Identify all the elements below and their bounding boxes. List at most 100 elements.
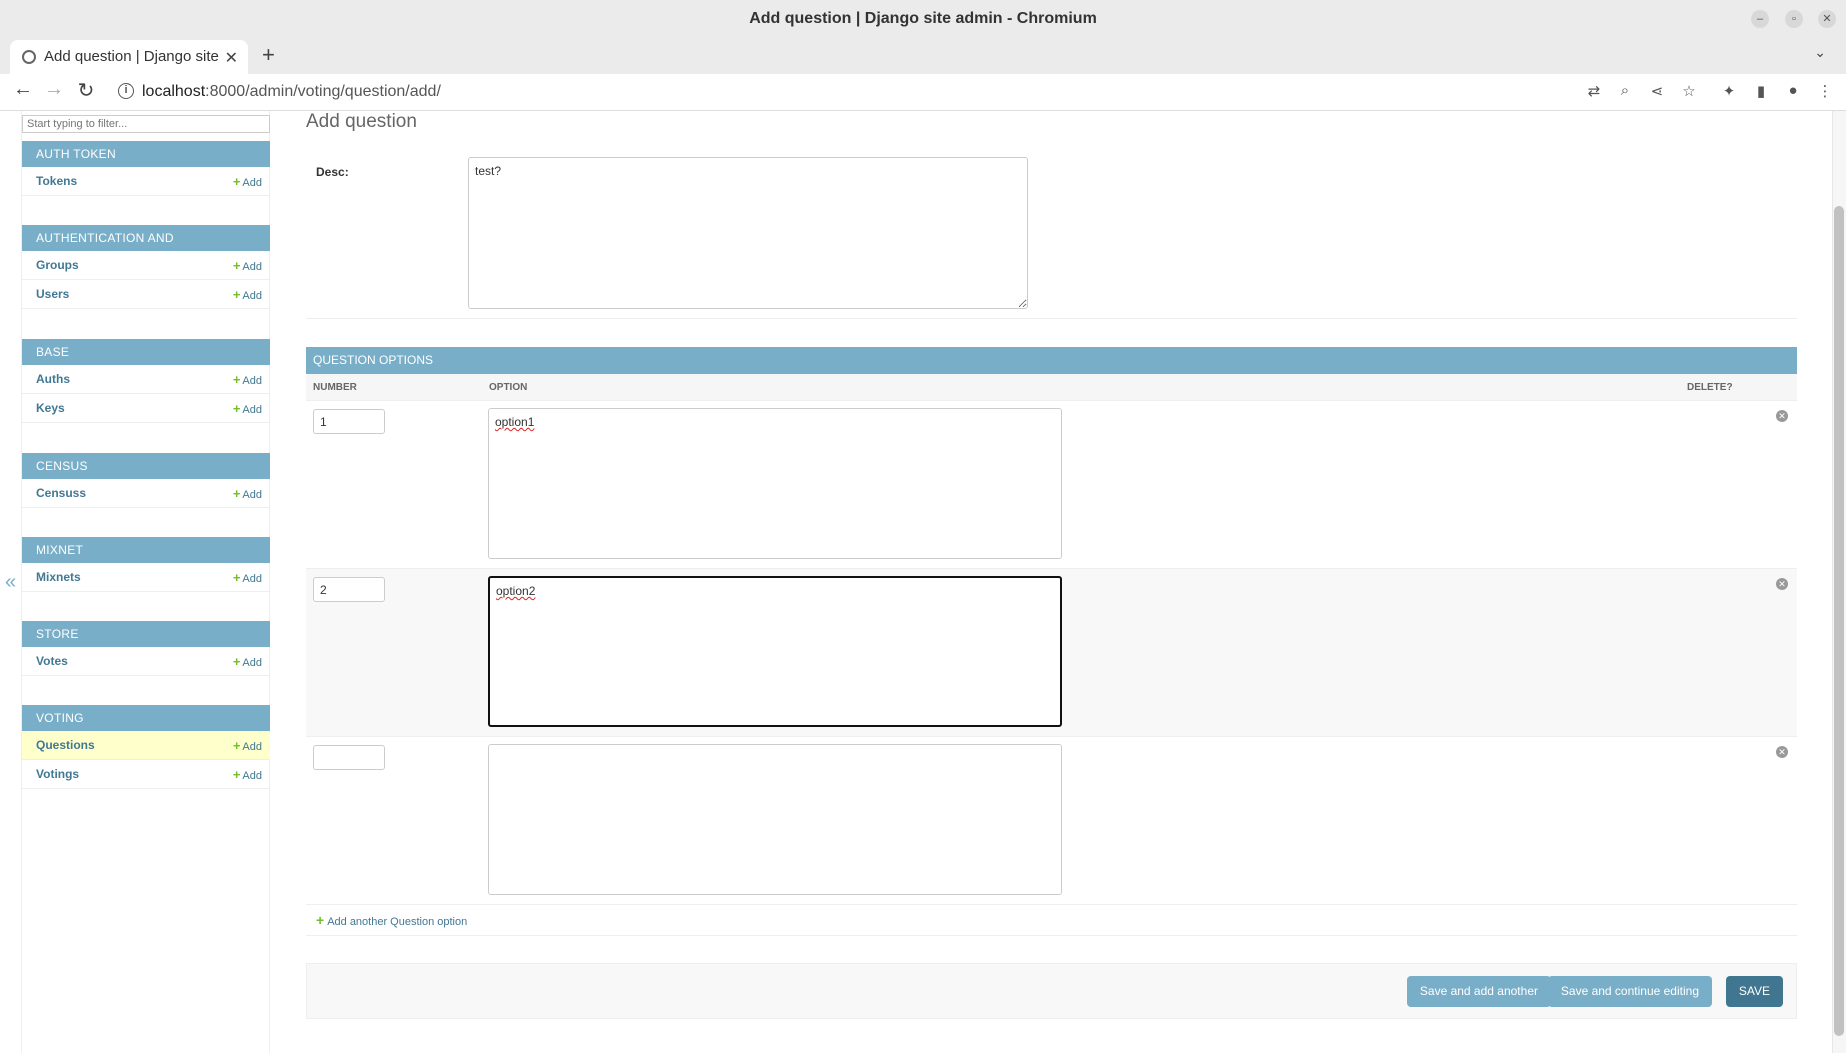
plus-icon: + — [232, 570, 241, 585]
page-scrollbar[interactable] — [1832, 111, 1846, 1053]
plus-icon: + — [316, 912, 325, 928]
browser-toolbar: ← → ↻ i localhost:8000/admin/voting/ques… — [0, 74, 1846, 111]
add-another-row: + Add another Question option — [306, 905, 1797, 936]
delete-row-icon[interactable]: ✕ — [1776, 410, 1788, 422]
add-questions-link[interactable]: + Add — [233, 731, 262, 762]
header-number: NUMBER — [313, 382, 357, 393]
nav-sidebar: AUTH TOKEN Tokens +Add AUTHENTICATION AN… — [21, 111, 270, 1053]
model-link-votings[interactable]: Votings — [36, 767, 79, 781]
model-link-questions[interactable]: Questions — [36, 738, 95, 752]
toggle-sidebar-icon[interactable]: « — [0, 571, 21, 594]
sidebar-item-questions: Questions + Add — [22, 731, 270, 760]
add-label: Add — [242, 489, 262, 501]
scrollbar-thumb[interactable] — [1834, 206, 1844, 1036]
add-users-link[interactable]: + Add — [233, 280, 262, 311]
translate-icon[interactable]: ⇄ — [1584, 82, 1604, 102]
reload-icon[interactable]: ↻ — [73, 78, 99, 103]
module-caption[interactable]: AUTH TOKEN — [22, 141, 270, 167]
module-caption[interactable]: AUTHENTICATION AND AUTHORIZATION — [22, 225, 270, 271]
add-censuss-link[interactable]: + Add — [233, 479, 262, 510]
model-link-auths[interactable]: Auths — [36, 372, 70, 386]
question-options-inline: QUESTION OPTIONS NUMBER OPTION DELETE? o… — [306, 347, 1797, 936]
save-and-continue-button[interactable]: Save and continue editing — [1547, 976, 1712, 1007]
module-mixnet: MIXNET Mixnets + Add — [22, 537, 270, 592]
zoom-icon[interactable]: ⌕ — [1615, 82, 1635, 102]
module-caption[interactable]: VOTING — [22, 705, 270, 731]
sidebar-item-tokens: Tokens + Add — [22, 167, 270, 196]
add-label: Add — [242, 573, 262, 585]
model-link-censuss[interactable]: Censuss — [36, 486, 86, 500]
plus-icon: + — [232, 258, 241, 273]
option-textarea[interactable] — [488, 744, 1062, 895]
add-label: Add — [242, 261, 262, 273]
bookmark-star-icon[interactable]: ☆ — [1679, 82, 1699, 102]
number-input[interactable] — [313, 745, 385, 770]
browser-menu-icon[interactable]: ⋮ — [1815, 82, 1835, 102]
model-link-votes[interactable]: Votes — [36, 654, 68, 668]
add-keys-link[interactable]: + Add — [233, 394, 262, 425]
tab-close-icon[interactable]: ✕ — [225, 48, 238, 68]
add-groups-link[interactable]: + Add — [233, 251, 262, 282]
delete-row-icon[interactable]: ✕ — [1776, 578, 1788, 590]
nav-filter-input[interactable] — [22, 115, 270, 133]
model-link-tokens[interactable]: Tokens — [36, 174, 77, 188]
add-label: Add — [242, 770, 262, 782]
sidebar-item-votings: Votings + Add — [22, 760, 270, 789]
forward-icon[interactable]: → — [41, 78, 67, 101]
option-textarea-focused[interactable]: option2 — [488, 576, 1062, 727]
add-tokens-link[interactable]: + Add — [233, 167, 262, 198]
page-viewport: « AUTH TOKEN Tokens +Add AUTHENTICATION … — [0, 111, 1846, 1053]
tab-search-chevron-icon[interactable]: ⌄ — [1814, 44, 1826, 61]
module-caption[interactable]: BASE — [22, 339, 270, 365]
sidebar-item-keys: Keys + Add — [22, 394, 270, 423]
site-info-icon[interactable]: i — [118, 83, 134, 99]
add-label: Add — [242, 404, 262, 416]
extensions-icon[interactable]: ✦ — [1719, 82, 1739, 102]
address-bar[interactable]: i localhost:8000/admin/voting/question/a… — [110, 77, 1590, 107]
browser-tab[interactable]: Add question | Django site admin ✕ — [10, 40, 248, 74]
close-window-icon[interactable]: ✕ — [1818, 10, 1836, 28]
sidebar-item-votes: Votes + Add — [22, 647, 270, 676]
plus-icon: + — [232, 372, 241, 387]
module-caption[interactable]: CENSUS — [22, 453, 270, 479]
module-caption[interactable]: MIXNET — [22, 537, 270, 563]
desc-textarea[interactable]: test? — [468, 157, 1028, 309]
model-link-mixnets[interactable]: Mixnets — [36, 570, 81, 584]
add-label: Add — [242, 657, 262, 669]
number-input[interactable] — [313, 577, 385, 602]
add-mixnets-link[interactable]: + Add — [233, 563, 262, 594]
model-link-keys[interactable]: Keys — [36, 401, 65, 415]
add-auths-link[interactable]: + Add — [233, 365, 262, 396]
new-tab-icon[interactable]: + — [262, 42, 275, 68]
option-row-3: ✕ — [306, 737, 1797, 905]
divider — [306, 318, 1797, 319]
model-link-users[interactable]: Users — [36, 287, 69, 301]
submit-row: Save and add another Save and continue e… — [306, 963, 1797, 1019]
add-votings-link[interactable]: + Add — [233, 760, 262, 791]
plus-icon: + — [232, 174, 241, 189]
number-input[interactable] — [313, 409, 385, 434]
add-votes-link[interactable]: + Add — [233, 647, 262, 678]
inline-caption: QUESTION OPTIONS — [306, 347, 1797, 374]
url-path: :8000/admin/voting/question/add/ — [205, 83, 441, 100]
url-host: localhost — [142, 83, 206, 100]
save-button[interactable]: SAVE — [1725, 976, 1783, 1007]
profile-avatar-icon[interactable]: ● — [1783, 82, 1803, 102]
module-store: STORE Votes + Add — [22, 621, 270, 676]
module-authentication: AUTHENTICATION AND AUTHORIZATION Groups … — [22, 225, 270, 309]
minimize-icon[interactable]: – — [1751, 10, 1769, 28]
delete-row-icon[interactable]: ✕ — [1776, 746, 1788, 758]
share-icon[interactable]: ⋖ — [1647, 82, 1667, 102]
back-icon[interactable]: ← — [10, 78, 36, 101]
module-auth-token: AUTH TOKEN Tokens + Add — [22, 141, 270, 196]
side-panel-icon[interactable]: ▮ — [1751, 82, 1771, 102]
plus-icon: + — [232, 401, 241, 416]
save-and-add-another-button[interactable]: Save and add another — [1406, 976, 1551, 1007]
model-link-groups[interactable]: Groups — [36, 258, 79, 272]
maximize-icon[interactable]: ▫ — [1785, 10, 1803, 28]
add-another-option-link[interactable]: Add another Question option — [327, 916, 467, 928]
module-base: BASE Auths + Add Keys + Add — [22, 339, 270, 423]
plus-icon: + — [232, 767, 241, 782]
option-textarea[interactable]: option1 — [488, 408, 1062, 559]
module-caption[interactable]: STORE — [22, 621, 270, 647]
